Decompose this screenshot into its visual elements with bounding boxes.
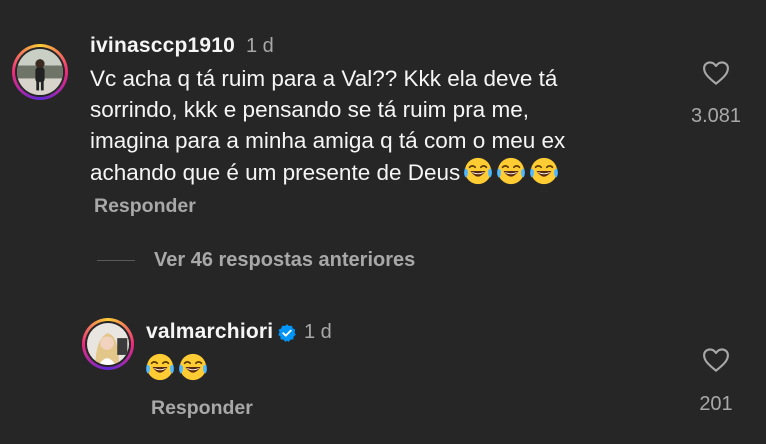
profile-photo <box>87 323 129 365</box>
view-previous-replies[interactable]: Ver 46 respostas anteriores <box>97 249 415 272</box>
face-with-tears-of-joy-icon <box>529 156 559 186</box>
like-count: 201 <box>699 393 733 415</box>
face-with-tears-of-joy-icon <box>496 156 526 186</box>
face-with-tears-of-joy-icon <box>145 352 175 382</box>
reply-button[interactable]: Responder <box>94 195 196 218</box>
comment-emojis <box>145 352 208 384</box>
timestamp: 1 d <box>246 35 274 57</box>
heart-outline-icon <box>703 61 729 85</box>
comment-text: Vc acha q tá ruim para a Val?? Kkk ela d… <box>90 63 670 188</box>
divider <box>97 260 135 261</box>
comment-body: Vc acha q tá ruim para a Val?? Kkk ela d… <box>90 66 566 185</box>
face-with-tears-of-joy-icon <box>178 352 208 382</box>
username[interactable]: valmarchiori <box>146 320 273 344</box>
heart-outline-icon <box>703 348 729 372</box>
avatar[interactable] <box>12 44 68 100</box>
like-button[interactable] <box>700 345 732 375</box>
timestamp: 1 d <box>304 321 332 343</box>
like-button[interactable] <box>700 58 732 88</box>
like-count: 3.081 <box>690 105 742 127</box>
avatar[interactable] <box>82 318 134 370</box>
profile-photo <box>17 49 63 95</box>
verified-badge-icon <box>278 324 296 342</box>
reply-button[interactable]: Responder <box>151 397 253 420</box>
username[interactable]: ivinasccp1910 <box>90 34 235 58</box>
face-with-tears-of-joy-icon <box>463 156 493 186</box>
view-replies-label: Ver 46 respostas anteriores <box>154 249 416 271</box>
comments-thread: ivinasccp1910 1 d Vc acha q tá ruim para… <box>0 0 766 444</box>
